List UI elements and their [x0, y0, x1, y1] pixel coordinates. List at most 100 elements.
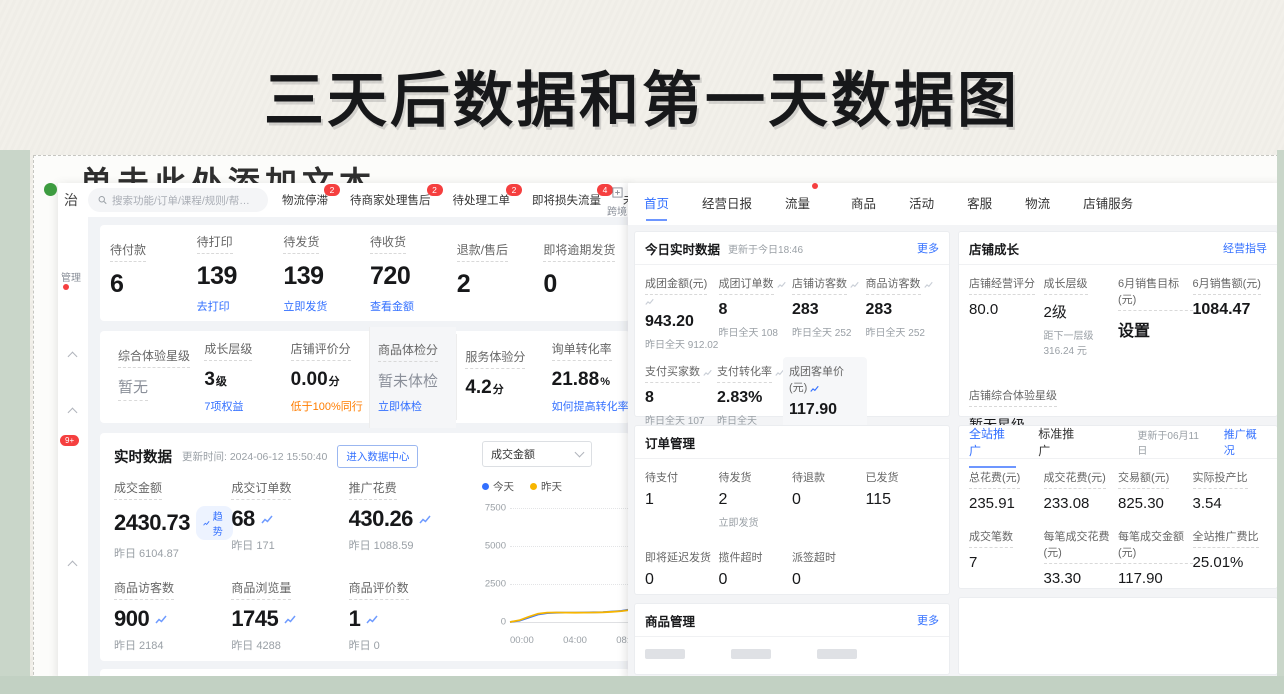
trend-icon	[203, 518, 210, 528]
tab-sitewide-promo[interactable]: 全站推广	[969, 425, 1016, 459]
legend-dot-today	[482, 483, 489, 490]
tab-daily-report[interactable]: 经营日报	[702, 183, 752, 225]
stat-refund-aftersale: 退款/售后 2	[457, 241, 544, 306]
promo-overview-link[interactable]: 推广概况	[1224, 426, 1267, 458]
chart-legend: 今天 昨天	[482, 479, 630, 494]
stat-pickup-timeout: 揽件超时 0	[719, 549, 793, 589]
stat-product-visitors: 商品访客数 283 昨日全天 252	[866, 275, 940, 351]
ship-now-link[interactable]: 立即发货	[283, 298, 370, 314]
slide-title: 三天后数据和第一天数据图	[0, 52, 1284, 139]
stat-group-amount: 成团金额(元) 943.20 昨日全天 912.02	[645, 275, 719, 351]
tab-home[interactable]: 首页	[644, 183, 669, 225]
trend-icon[interactable]	[777, 280, 786, 289]
dashboard-screenshot-day1: 首页 经营日报 流量 商品 活动 客服 物流 店铺服务 今日实时数据 更新于今日…	[628, 183, 1284, 681]
search-input[interactable]: 搜索功能/订单/课程/规则/帮助/服务	[88, 188, 268, 212]
badge-count: 2	[506, 184, 522, 196]
stat-transaction-amount: 交易额(元) 825.30	[1118, 469, 1193, 512]
chevron-up-icon[interactable]	[68, 352, 78, 362]
set-target-link[interactable]: 设置	[1118, 317, 1193, 341]
right-content: 今日实时数据 更新于今日18:46 更多 成团金额(元) 943.20 昨日全天…	[628, 225, 1284, 681]
trend-icon[interactable]	[155, 613, 167, 625]
right-topnav: 首页 经营日报 流量 商品 活动 客服 物流 店铺服务	[628, 183, 1284, 226]
product-management-card: 商品管理 更多	[634, 603, 950, 675]
stat-experience-star: 综合体验星级 暂无	[110, 333, 196, 422]
view-amount-link[interactable]: 查看金额	[370, 298, 457, 314]
chevron-up-icon[interactable]	[68, 408, 78, 418]
sidebar-item-manage[interactable]: 管理	[61, 269, 88, 295]
business-guide-link[interactable]: 经营指导	[1223, 240, 1267, 256]
left-topnav: 物流停滞 2 待商家处理售后 2 待处理工单 2 即将损失流量 4 未读站内信	[282, 192, 630, 208]
tab-shop-services[interactable]: 店铺服务	[1083, 183, 1133, 225]
topnav-traffic-loss[interactable]: 即将损失流量 4	[532, 192, 601, 208]
trend-icon[interactable]	[850, 280, 859, 289]
stat-inquiry-conversion: 询单转化率 21.88% 如何提高转化率	[544, 326, 630, 428]
trend-icon[interactable]	[703, 368, 712, 377]
stat-to-print: 待打印 139 去打印	[197, 233, 284, 314]
stat-product-reviews: 商品评价数 1 昨日 0	[349, 579, 466, 653]
x-axis-labels: 00:00 04:00 08:00	[510, 635, 630, 646]
trend-icon[interactable]	[419, 513, 431, 525]
trend-icon[interactable]	[366, 613, 378, 625]
topnav-aftersale-pending[interactable]: 待商家处理售后 2	[350, 192, 431, 208]
metric-select[interactable]: 成交金额	[482, 441, 592, 467]
stat-to-ship: 待发货 139 立即发货	[283, 233, 370, 314]
clipped-goods-row	[635, 637, 949, 659]
tab-products[interactable]: 商品	[851, 183, 876, 225]
clipped-label-placeholder	[817, 649, 857, 659]
rights-link[interactable]: 7项权益	[204, 398, 282, 414]
stat-delay-shipment: 即将延迟发货 0	[645, 549, 719, 589]
bullet-dot	[44, 183, 57, 196]
tab-standard-promo[interactable]: 标准推广	[1038, 425, 1085, 459]
stat-sales-target: 6月销售目标(元) 设置	[1118, 275, 1193, 357]
tab-activities[interactable]: 活动	[909, 183, 934, 225]
empty-card	[958, 597, 1278, 675]
stat-deal-count: 成交笔数 7	[969, 528, 1044, 587]
stat-product-views: 商品浏览量 1745 昨日 4288	[231, 579, 348, 653]
stat-awaiting-refund: 待退款 0	[792, 469, 866, 529]
left-content: 待付款 6 待打印 139 去打印 待发货 139 立即发货 待收货 720	[88, 217, 630, 681]
realtime-updated: 更新时间: 2024-06-12 15:50:40	[182, 449, 327, 464]
check-now-link[interactable]: 立即体检	[378, 398, 456, 414]
stat-roi: 实际投产比 3.54	[1193, 469, 1268, 512]
go-print-link[interactable]: 去打印	[197, 298, 284, 314]
improve-conversion-link[interactable]: 如何提高转化率	[552, 398, 630, 414]
stat-shop-score: 店铺经营评分 80.0	[969, 275, 1044, 357]
stat-gmv: 成交金额 2430.73 趋势 昨日 6104.87	[114, 479, 231, 561]
slide-canvas: 三天后数据和第一天数据图 单击此处添加文本 治 搜索功能/订单/课程/规则/帮助…	[0, 0, 1284, 694]
tab-service[interactable]: 客服	[967, 183, 992, 225]
stat-product-visitors: 商品访客数 900 昨日 2184	[114, 579, 231, 653]
trend-icon[interactable]	[810, 384, 819, 393]
data-center-button[interactable]: 进入数据中心	[337, 445, 418, 468]
trend-lines	[510, 508, 630, 622]
sidebar-badge: 9+	[60, 435, 79, 446]
tab-logistics[interactable]: 物流	[1025, 183, 1050, 225]
below-peers-warning: 低于100%同行	[291, 398, 369, 414]
legend-dot-yesterday	[530, 483, 537, 490]
tab-traffic[interactable]: 流量	[785, 183, 818, 225]
corner-widget[interactable]: 跨境	[606, 185, 628, 218]
stat-shop-rating: 店铺评价分 0.00分 低于100%同行	[283, 326, 369, 428]
realtime-data-card: 实时数据 更新时间: 2024-06-12 15:50:40 进入数据中心 成交…	[100, 433, 630, 661]
trend-icon[interactable]	[924, 280, 933, 289]
stat-promo-ratio: 全站推广费比 25.01%	[1193, 528, 1268, 587]
trend-badge[interactable]: 趋势	[196, 506, 233, 540]
more-link[interactable]: 更多	[917, 612, 939, 628]
more-link[interactable]: 更多	[917, 240, 939, 256]
notification-dot	[63, 284, 69, 290]
matte-bottom	[0, 676, 1284, 694]
ship-now-link[interactable]: 立即发货	[719, 514, 793, 529]
stat-growth-level: 成长层级 3级 7项权益	[196, 326, 282, 428]
shop-health-card: 综合体验星级 暂无 成长层级 3级 7项权益 店铺评价分 0.00分 低于100…	[100, 331, 630, 423]
trend-icon[interactable]	[284, 613, 296, 625]
clipped-label-placeholder	[645, 649, 685, 659]
logo-partial: 治	[64, 190, 78, 210]
chevron-up-icon[interactable]	[68, 561, 78, 571]
stat-total-spend: 总花费(元) 235.91	[969, 469, 1044, 512]
trend-icon[interactable]	[645, 297, 654, 306]
topnav-logistics-stalled[interactable]: 物流停滞 2	[282, 192, 328, 208]
corner-label: 跨境	[606, 203, 628, 218]
topnav-workorder-pending[interactable]: 待处理工单 2	[453, 192, 511, 208]
trend-icon[interactable]	[261, 513, 273, 525]
today-realtime-card: 今日实时数据 更新于今日18:46 更多 成团金额(元) 943.20 昨日全天…	[634, 231, 950, 417]
stat-pending-payment: 待付款 6	[110, 241, 197, 306]
